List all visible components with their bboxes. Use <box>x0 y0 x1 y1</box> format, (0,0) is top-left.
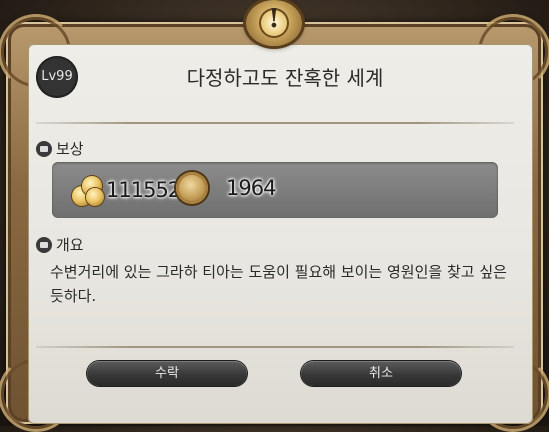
rewards-label: 보상 <box>56 140 84 158</box>
accept-button[interactable]: 수락 <box>87 361 247 386</box>
quest-title: 다정하고도 잔혹한 세계 <box>186 66 384 90</box>
alert-icon: ! <box>246 0 302 46</box>
rewards-box: 1115520 1964 <box>52 162 498 218</box>
cancel-button[interactable]: 취소 <box>301 361 461 386</box>
summary-label: 개요 <box>56 236 84 254</box>
divider <box>36 122 514 124</box>
gil-icon <box>70 172 106 208</box>
summary-header: 개요 <box>36 234 84 255</box>
summary-icon <box>36 236 52 253</box>
seal-icon <box>176 172 208 204</box>
alert-mark: ! <box>268 4 280 34</box>
reward-item-seal[interactable]: 1964 <box>176 172 276 204</box>
divider <box>36 346 514 348</box>
rewards-icon <box>36 140 52 157</box>
level-badge: Lv99 <box>36 56 78 98</box>
summary-text: 수변거리에 있는 그라하 티아는 도움이 필요해 보이는 영원인을 찾고 싶은 … <box>50 263 507 305</box>
rewards-header: 보상 <box>36 138 84 159</box>
reward-item-gil[interactable]: 1115520 <box>70 172 194 208</box>
reward-value: 1964 <box>226 176 276 200</box>
